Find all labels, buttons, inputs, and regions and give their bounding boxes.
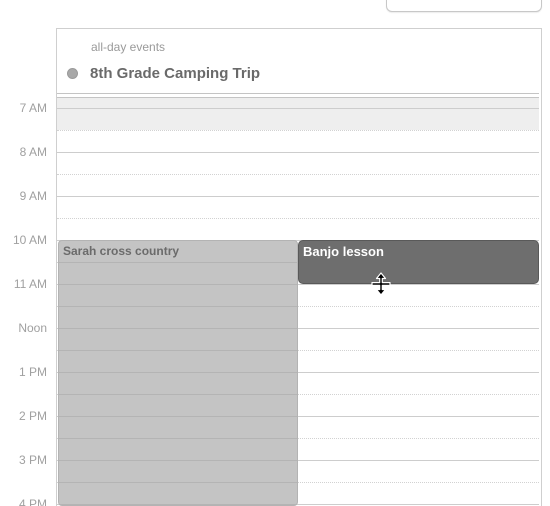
event-title: Banjo lesson (303, 244, 384, 259)
resize-vertical-cursor-icon (370, 272, 392, 296)
all-day-separator (57, 93, 539, 94)
time-label-8am: 8 AM (19, 145, 47, 159)
all-day-event[interactable]: 8th Grade Camping Trip (67, 65, 260, 82)
search-field[interactable] (386, 0, 542, 12)
half-hour-line (57, 218, 539, 219)
all-day-event-title: 8th Grade Camping Trip (90, 65, 261, 82)
time-label-2pm: 2 PM (18, 409, 47, 423)
event-banjo-lesson[interactable]: Banjo lesson (298, 240, 539, 284)
all-day-section: all-day events 8th Grade Camping Trip (57, 29, 539, 91)
all-day-label: all-day events (91, 40, 166, 54)
time-label-11am: 11 AM (13, 277, 47, 291)
event-sarah-cross-country[interactable]: Sarah cross country (58, 240, 298, 506)
half-hour-line (57, 130, 539, 131)
hour-line (57, 108, 539, 109)
time-label-3pm: 3 PM (18, 453, 47, 467)
hour-line (57, 196, 539, 197)
early-hours-shade (57, 98, 539, 130)
time-label-4pm: 4 PM (18, 497, 47, 506)
half-hour-line (57, 174, 539, 175)
time-label-noon: Noon (18, 321, 47, 335)
event-title: Sarah cross country (63, 244, 180, 258)
calendar-day-view: all-day events 8th Grade Camping Trip 7 … (0, 0, 550, 506)
time-label-10am: 10 AM (12, 233, 47, 247)
time-label-1pm: 1 PM (18, 365, 47, 379)
time-label-7am: 7 AM (19, 101, 47, 115)
time-label-9am: 9 AM (19, 189, 47, 203)
calendar-dot-icon (67, 68, 78, 79)
hour-line (57, 152, 539, 153)
